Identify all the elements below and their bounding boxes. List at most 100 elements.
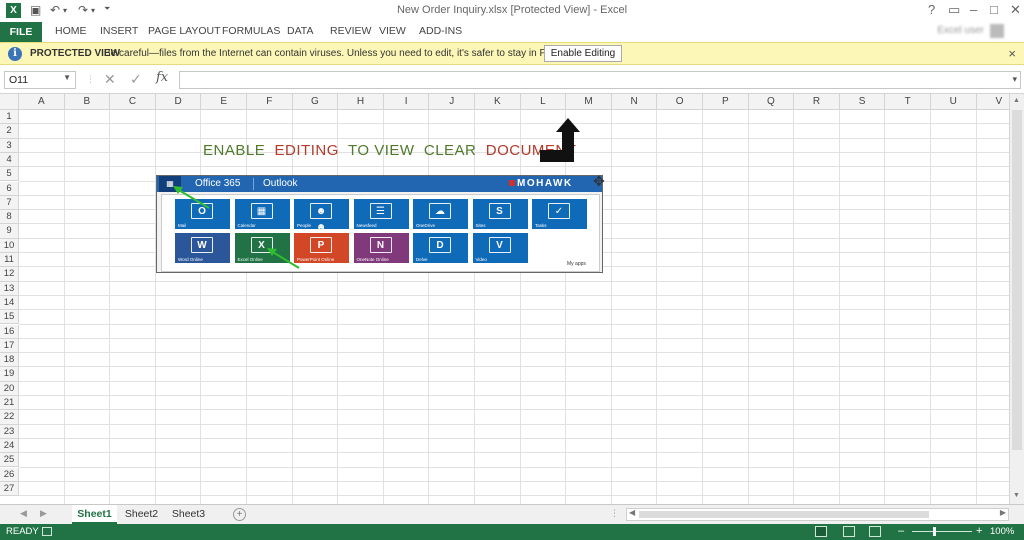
scroll-thumb[interactable] — [639, 511, 929, 518]
column-header[interactable]: R — [794, 94, 840, 110]
scroll-tabs-left-icon[interactable]: ◀ — [20, 508, 27, 519]
minimize-icon[interactable]: – — [970, 2, 977, 17]
scroll-left-icon[interactable]: ◀ — [629, 508, 635, 517]
select-all-corner[interactable] — [0, 94, 19, 110]
column-header[interactable]: U — [931, 94, 977, 110]
column-header[interactable]: M — [566, 94, 612, 110]
column-header[interactable]: C — [110, 94, 156, 110]
tab-add-ins[interactable]: ADD-INS — [419, 25, 462, 37]
maximize-icon[interactable]: □ — [990, 2, 998, 17]
tab-home[interactable]: HOME — [55, 25, 87, 37]
row-header[interactable]: 14 — [0, 295, 19, 311]
column-header[interactable]: S — [839, 94, 886, 110]
column-header[interactable]: N — [611, 94, 658, 110]
row-header[interactable]: 6 — [0, 181, 19, 196]
tab-review[interactable]: REVIEW — [330, 25, 371, 37]
row-header[interactable]: 7 — [0, 195, 19, 211]
column-header[interactable]: D — [155, 94, 202, 110]
row-header[interactable]: 25 — [0, 453, 19, 468]
normal-view-icon[interactable] — [815, 526, 827, 537]
sheet-tab-sheet3[interactable]: Sheet3 — [166, 505, 211, 524]
column-header[interactable]: J — [429, 94, 475, 110]
insert-function-icon[interactable]: fx — [156, 70, 168, 85]
scroll-down-icon[interactable]: ▼ — [1013, 492, 1020, 499]
row-header[interactable]: 13 — [0, 281, 19, 296]
column-header[interactable]: K — [475, 94, 521, 110]
row-header[interactable]: 22 — [0, 410, 19, 425]
sheet-tab-sheet1[interactable]: Sheet1 — [72, 505, 117, 524]
row-header[interactable]: 4 — [0, 152, 19, 168]
row-header[interactable]: 11 — [0, 253, 19, 268]
row-header[interactable]: 9 — [0, 224, 19, 239]
column-header[interactable]: A — [19, 94, 65, 110]
tab-page-layout[interactable]: PAGE LAYOUT — [148, 25, 221, 37]
column-header[interactable]: P — [703, 94, 749, 110]
column-header[interactable]: F — [247, 94, 293, 110]
zoom-out-icon[interactable]: – — [898, 525, 904, 537]
column-header[interactable]: I — [383, 94, 430, 110]
banner-word: CLEAR — [423, 142, 477, 159]
scroll-right-icon[interactable]: ▶ — [1000, 508, 1006, 517]
tab-formulas[interactable]: FORMULAS — [222, 25, 280, 37]
name-box[interactable]: O11 ▼ — [4, 71, 76, 89]
row-header[interactable]: 23 — [0, 424, 19, 439]
enable-editing-button[interactable]: Enable Editing — [544, 45, 622, 62]
sheet-tab-sheet2[interactable]: Sheet2 — [119, 505, 164, 524]
column-header[interactable]: Q — [748, 94, 795, 110]
embedded-office365-image[interactable]: ▦ Office 365 Outlook MOHAWK O Mail ▦ Calend… — [156, 175, 603, 273]
scroll-thumb[interactable] — [1012, 110, 1022, 450]
horizontal-scrollbar[interactable]: ◀ ▶ — [626, 508, 1009, 521]
ribbon-display-icon[interactable]: ▭ — [948, 2, 960, 18]
user-name[interactable]: Excel user — [937, 25, 984, 36]
tab-insert[interactable]: INSERT — [100, 25, 138, 37]
column-header[interactable]: H — [338, 94, 384, 110]
zoom-level[interactable]: 100% — [990, 526, 1014, 537]
tab-file[interactable]: FILE — [0, 22, 42, 42]
zoom-slider-knob[interactable] — [933, 527, 936, 536]
cancel-icon[interactable]: ✕ — [104, 71, 116, 88]
column-header[interactable]: B — [64, 94, 111, 110]
row-header[interactable]: 3 — [0, 138, 19, 153]
row-header[interactable]: 27 — [0, 481, 19, 497]
row-header[interactable]: 10 — [0, 238, 19, 253]
row-header[interactable]: 18 — [0, 353, 19, 368]
row-header[interactable]: 2 — [0, 124, 19, 139]
zoom-slider[interactable] — [912, 531, 972, 532]
column-header[interactable]: O — [657, 94, 703, 110]
close-bar-icon[interactable]: × — [1008, 46, 1016, 61]
page-layout-view-icon[interactable] — [843, 526, 855, 537]
row-header[interactable]: 19 — [0, 367, 19, 382]
row-header[interactable]: 24 — [0, 438, 19, 454]
help-icon[interactable]: ? — [928, 2, 935, 17]
enter-icon[interactable]: ✓ — [130, 71, 142, 88]
expand-formula-icon[interactable]: ▾ — [1012, 74, 1017, 85]
row-header[interactable]: 5 — [0, 167, 19, 182]
column-header[interactable]: E — [201, 94, 247, 110]
row-header[interactable]: 16 — [0, 324, 19, 339]
row-header[interactable]: 20 — [0, 381, 19, 396]
column-header[interactable]: T — [885, 94, 931, 110]
tab-data[interactable]: DATA — [287, 25, 313, 37]
row-header[interactable]: 8 — [0, 210, 19, 225]
chevron-down-icon[interactable]: ▼ — [63, 73, 71, 82]
zoom-in-icon[interactable]: + — [976, 525, 982, 537]
scroll-tabs-right-icon[interactable]: ▶ — [40, 508, 47, 519]
close-icon[interactable]: ✕ — [1010, 2, 1021, 18]
more-icon[interactable]: ⋮ — [610, 508, 619, 519]
row-header[interactable]: 15 — [0, 310, 19, 325]
row-header[interactable]: 26 — [0, 467, 19, 482]
row-header[interactable]: 1 — [0, 110, 19, 125]
column-header[interactable]: G — [292, 94, 339, 110]
vertical-scrollbar[interactable]: ▲ ▼ — [1009, 94, 1024, 504]
row-header[interactable]: 12 — [0, 267, 19, 282]
avatar[interactable] — [990, 24, 1004, 38]
formula-input[interactable]: ▾ — [179, 71, 1021, 89]
tab-view[interactable]: VIEW — [379, 25, 406, 37]
scroll-up-icon[interactable]: ▲ — [1013, 97, 1020, 104]
column-header[interactable]: L — [520, 94, 567, 110]
new-sheet-button[interactable]: + — [233, 508, 246, 521]
row-header[interactable]: 17 — [0, 338, 19, 354]
row-header[interactable]: 21 — [0, 396, 19, 411]
macro-recording-icon[interactable] — [42, 527, 52, 536]
page-break-view-icon[interactable] — [869, 526, 881, 537]
